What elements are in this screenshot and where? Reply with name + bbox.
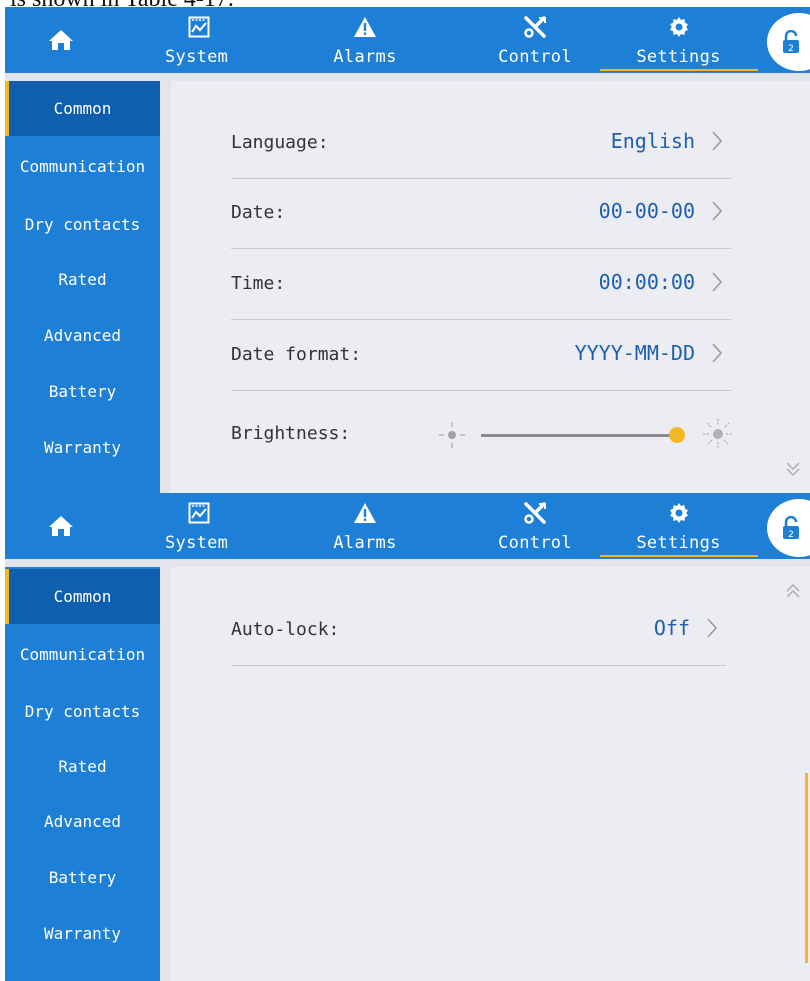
setting-row-date[interactable]: Date: 00-00-00 — [231, 178, 731, 249]
setting-value: English — [610, 129, 695, 153]
settings-sidebar: Common Communication Dry contacts Rated … — [5, 567, 160, 981]
setting-value: 00-00-00 — [598, 199, 695, 223]
chart-icon — [188, 502, 210, 524]
setting-row-language[interactable]: Language: English — [231, 108, 731, 179]
lock-badge: 2 — [788, 44, 794, 54]
scroll-position-indicator — [805, 773, 808, 963]
tab-system[interactable]: System — [150, 7, 250, 73]
tab-label: System — [165, 47, 229, 67]
lock-button[interactable]: 2 — [765, 497, 810, 559]
sidebar-item-battery[interactable]: Battery — [5, 850, 160, 905]
top-navigation-bar: System Alarms Control Settings 2 — [5, 7, 810, 73]
settings-screen-page-1: System Alarms Control Settings 2 Common … — [5, 7, 810, 495]
sidebar-item-warranty[interactable]: Warranty — [5, 420, 160, 475]
sidebar-item-communication[interactable]: Communication — [5, 139, 160, 194]
tools-icon — [524, 16, 546, 38]
tab-label: Alarms — [333, 533, 397, 553]
top-navigation-bar: System Alarms Control Settings 2 — [5, 493, 810, 559]
unlock-icon: 2 — [783, 30, 799, 54]
sidebar-item-dry-contacts[interactable]: Dry contacts — [5, 197, 160, 252]
tab-alarms[interactable]: Alarms — [305, 493, 425, 559]
setting-label: Auto-lock: — [231, 619, 340, 640]
tab-control[interactable]: Control — [470, 7, 600, 73]
tab-label: Control — [498, 533, 572, 553]
tab-system[interactable]: System — [150, 493, 250, 559]
setting-row-auto-lock[interactable]: Auto-lock: Off — [231, 595, 726, 666]
chevron-right-icon — [712, 343, 723, 363]
setting-label: Date format: — [231, 344, 362, 365]
brightness-slider-track[interactable] — [481, 434, 677, 437]
unlock-icon: 2 — [783, 516, 799, 540]
brightness-high-icon — [703, 419, 733, 449]
tools-icon — [524, 502, 546, 524]
lock-badge: 2 — [788, 530, 794, 540]
tab-label: Alarms — [333, 47, 397, 67]
sidebar-item-dry-contacts[interactable]: Dry contacts — [5, 684, 160, 739]
tab-control[interactable]: Control — [470, 493, 600, 559]
setting-label: Date: — [231, 202, 286, 223]
home-button[interactable] — [5, 7, 117, 73]
setting-row-brightness: Brightness: — [231, 407, 733, 467]
sidebar-item-rated[interactable]: Rated — [5, 739, 160, 794]
tab-label: System — [165, 533, 229, 553]
brightness-slider-handle[interactable] — [669, 427, 685, 443]
chevron-right-icon — [712, 131, 723, 151]
gear-icon — [669, 503, 688, 523]
settings-content: Auto-lock: Off — [171, 567, 810, 981]
setting-value: 00:00:00 — [598, 270, 695, 294]
chevron-right-icon — [712, 201, 723, 221]
tab-label: Settings — [636, 533, 721, 553]
sidebar-item-advanced[interactable]: Advanced — [5, 794, 160, 849]
brightness-low-icon — [439, 422, 465, 448]
sidebar-item-common[interactable]: Common — [5, 81, 160, 136]
scroll-up-icon[interactable] — [785, 581, 801, 601]
home-icon — [49, 30, 73, 50]
setting-label: Time: — [231, 273, 286, 294]
home-button[interactable] — [5, 493, 117, 559]
setting-value: YYYY-MM-DD — [574, 341, 695, 365]
setting-value: Off — [653, 616, 690, 640]
tab-settings[interactable]: Settings — [601, 493, 756, 559]
sidebar-item-battery[interactable]: Battery — [5, 364, 160, 419]
chevron-right-icon — [712, 272, 723, 292]
chevron-right-icon — [707, 618, 718, 638]
alert-triangle-icon — [354, 503, 376, 523]
settings-content: Language: English Date: 00-00-00 Time: 0… — [171, 81, 810, 495]
lock-button[interactable]: 2 — [765, 11, 810, 73]
sidebar-item-warranty[interactable]: Warranty — [5, 906, 160, 961]
sidebar-item-rated[interactable]: Rated — [5, 252, 160, 307]
sidebar-item-communication[interactable]: Communication — [5, 627, 160, 682]
active-tab-indicator — [600, 69, 758, 71]
setting-row-time[interactable]: Time: 00:00:00 — [231, 249, 731, 320]
gear-icon — [669, 17, 688, 37]
setting-label: Brightness: — [231, 423, 351, 444]
chart-icon — [188, 16, 210, 38]
tab-settings[interactable]: Settings — [601, 7, 756, 73]
sidebar-item-common[interactable]: Common — [5, 569, 160, 624]
setting-label: Language: — [231, 132, 329, 153]
active-tab-indicator — [600, 555, 758, 557]
setting-row-date-format[interactable]: Date format: YYYY-MM-DD — [231, 320, 731, 391]
scroll-down-icon[interactable] — [785, 459, 801, 479]
tab-label: Settings — [636, 47, 721, 67]
settings-screen-page-2: System Alarms Control Settings 2 Common … — [5, 493, 810, 981]
alert-triangle-icon — [354, 17, 376, 37]
tab-label: Control — [498, 47, 572, 67]
home-icon — [49, 516, 73, 536]
tab-alarms[interactable]: Alarms — [305, 7, 425, 73]
settings-sidebar: Common Communication Dry contacts Rated … — [5, 81, 160, 495]
sidebar-item-advanced[interactable]: Advanced — [5, 308, 160, 363]
